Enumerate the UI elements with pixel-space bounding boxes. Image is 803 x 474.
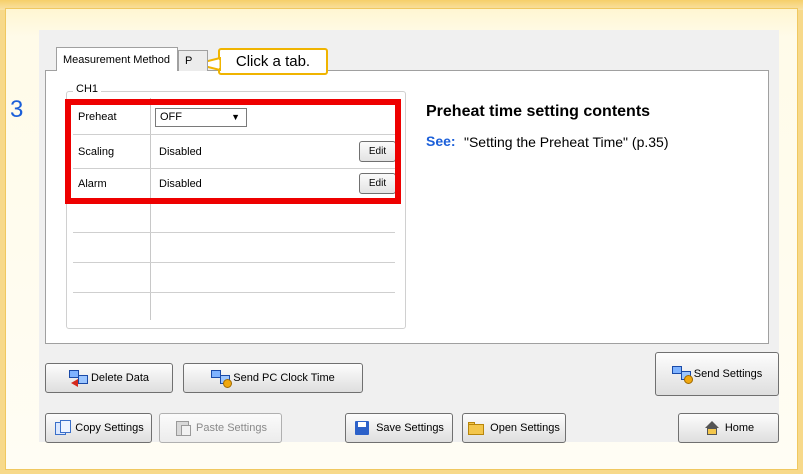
row-divider — [73, 292, 395, 293]
step-number: 3 — [10, 96, 24, 123]
pc-transfer-icon — [68, 370, 88, 387]
send-pc-clock-time-label: Send PC Clock Time — [233, 372, 335, 384]
send-pc-clock-time-button[interactable]: Send PC Clock Time — [183, 363, 363, 393]
highlight-box — [65, 99, 401, 204]
info-title: Preheat time setting contents — [426, 103, 651, 120]
paste-settings-label: Paste Settings — [196, 422, 267, 434]
open-folder-icon — [468, 420, 486, 436]
row-divider — [73, 262, 395, 263]
save-disk-icon — [354, 420, 372, 436]
see-label: See: — [426, 133, 456, 149]
home-icon — [703, 420, 721, 436]
home-label: Home — [724, 422, 755, 434]
tab-second[interactable]: P — [178, 50, 208, 71]
pc-clock-icon — [211, 370, 233, 388]
copy-settings-button[interactable]: Copy Settings — [45, 413, 152, 443]
reference-text: "Setting the Preheat Time" (p.35) — [464, 134, 669, 150]
paste-icon — [174, 420, 192, 436]
row-divider — [73, 232, 395, 233]
save-settings-button[interactable]: Save Settings — [345, 413, 453, 443]
tab-measurement-method[interactable]: Measurement Method — [56, 47, 178, 71]
copy-icon — [53, 420, 72, 436]
delete-data-label: Delete Data — [90, 372, 150, 384]
send-settings-icon — [671, 366, 693, 384]
save-settings-label: Save Settings — [376, 422, 444, 434]
home-button[interactable]: Home — [678, 413, 779, 443]
send-settings-button[interactable]: Send Settings — [655, 352, 779, 396]
click-tab-callout: Click a tab. — [218, 48, 328, 75]
send-settings-label: Send Settings — [693, 368, 763, 380]
ch1-group-label: CH1 — [73, 83, 102, 95]
open-settings-button[interactable]: Open Settings — [462, 413, 566, 443]
paste-settings-button[interactable]: Paste Settings — [159, 413, 282, 443]
delete-data-button[interactable]: Delete Data — [45, 363, 173, 393]
open-settings-label: Open Settings — [490, 422, 560, 434]
copy-settings-label: Copy Settings — [75, 422, 144, 434]
